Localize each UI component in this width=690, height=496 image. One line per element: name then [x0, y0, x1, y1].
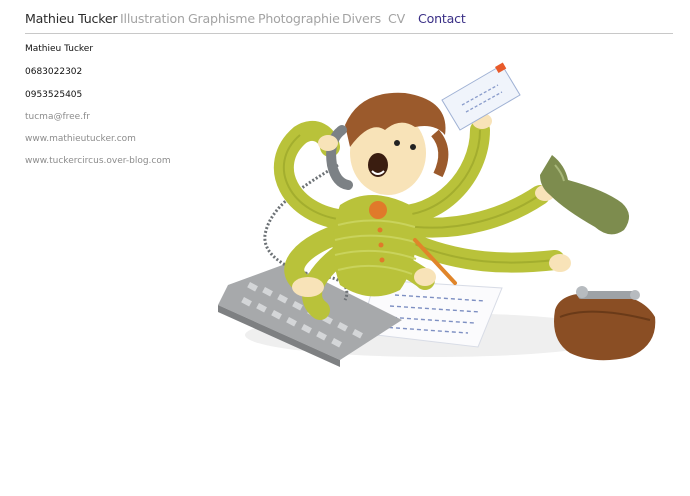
nav-brand-link[interactable]: Mathieu Tucker: [25, 11, 118, 26]
contact-phone-mobile: 0683022302: [25, 67, 83, 77]
contact-name: Mathieu Tucker: [25, 44, 94, 54]
contact-website-link[interactable]: www.mathieutucker.com: [25, 134, 136, 144]
character-head-illustration: [345, 92, 449, 195]
multitasking-illustration: [218, 62, 656, 367]
bottle-illustration: [540, 155, 630, 235]
nav-item-contact[interactable]: Contact: [418, 11, 466, 26]
nav-item-graphisme[interactable]: Graphisme: [188, 11, 255, 26]
telegraph-key-illustration: [554, 286, 656, 361]
contact-phone-landline: 0953525405: [25, 90, 83, 100]
contact-blog-link[interactable]: www.tuckercircus.over-blog.com: [25, 156, 171, 166]
nav-item-divers[interactable]: Divers: [342, 11, 381, 26]
nav-item-photographie[interactable]: Photographie: [258, 11, 340, 26]
nav-item-cv[interactable]: CV: [388, 11, 405, 26]
contact-email-link[interactable]: tucma@free.fr: [25, 112, 90, 122]
nav-item-illustration[interactable]: Illustration: [120, 11, 185, 26]
top-navigation: Mathieu Tucker Illustration Graphisme Ph…: [25, 11, 673, 34]
